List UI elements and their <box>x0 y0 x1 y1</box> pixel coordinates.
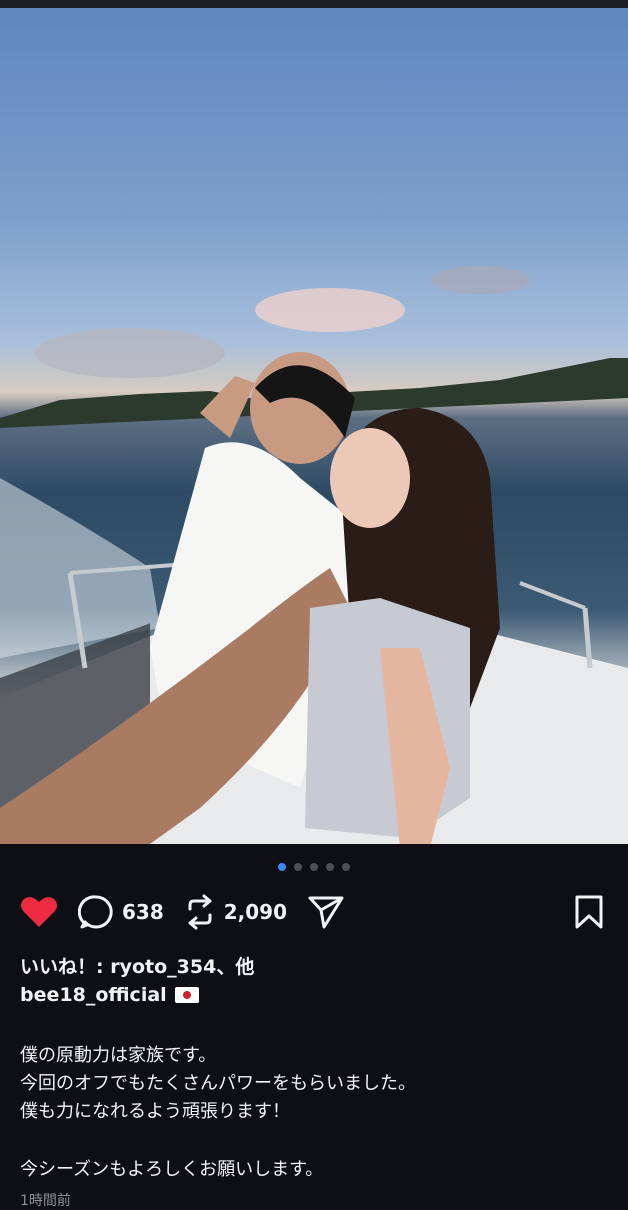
carousel-dot-active <box>278 863 286 871</box>
comment-button[interactable]: 638 <box>78 894 164 930</box>
heart-icon <box>21 897 57 927</box>
repost-button[interactable]: 2,090 <box>184 894 287 930</box>
action-bar: 638 2,090 <box>20 890 610 934</box>
photo-illustration <box>0 266 628 844</box>
likes-summary[interactable]: いいね！: ryoto_354、他 <box>20 952 254 979</box>
carousel-dot <box>294 863 302 871</box>
repost-icon <box>188 894 212 930</box>
caption-line: 今回のオフでもたくさんパワーをもらいました。 <box>20 1073 416 1094</box>
japan-flag-icon <box>174 987 199 1003</box>
post-timestamp: 1時間前 <box>20 1193 71 1209</box>
comment-icon <box>78 895 113 929</box>
caption-line: 今シーズンもよろしくお願いします。 <box>20 1159 324 1180</box>
carousel-indicator <box>0 863 628 871</box>
carousel-dot <box>342 863 350 871</box>
post-caption: 僕の原動力は家族です。 今回のオフでもたくさんパワーをもらいました。 僕も力にな… <box>20 1042 416 1184</box>
share-icon <box>308 896 344 929</box>
bookmark-button[interactable] <box>574 895 604 929</box>
post-author[interactable]: bee18_official <box>20 984 199 1006</box>
share-button[interactable] <box>307 894 345 930</box>
carousel-dot <box>326 863 334 871</box>
caption-line: 僕の原動力は家族です。 <box>20 1045 217 1066</box>
bookmark-icon <box>575 895 603 929</box>
caption-line: 僕も力になれるよう頑張ります！ <box>20 1101 290 1122</box>
comment-count: 638 <box>122 900 164 924</box>
repost-count: 2,090 <box>223 900 288 924</box>
carousel-dot <box>310 863 318 871</box>
username[interactable]: bee18_official <box>20 984 167 1006</box>
post-photo[interactable] <box>0 8 628 844</box>
like-button[interactable] <box>20 895 58 929</box>
status-bar <box>0 0 628 8</box>
